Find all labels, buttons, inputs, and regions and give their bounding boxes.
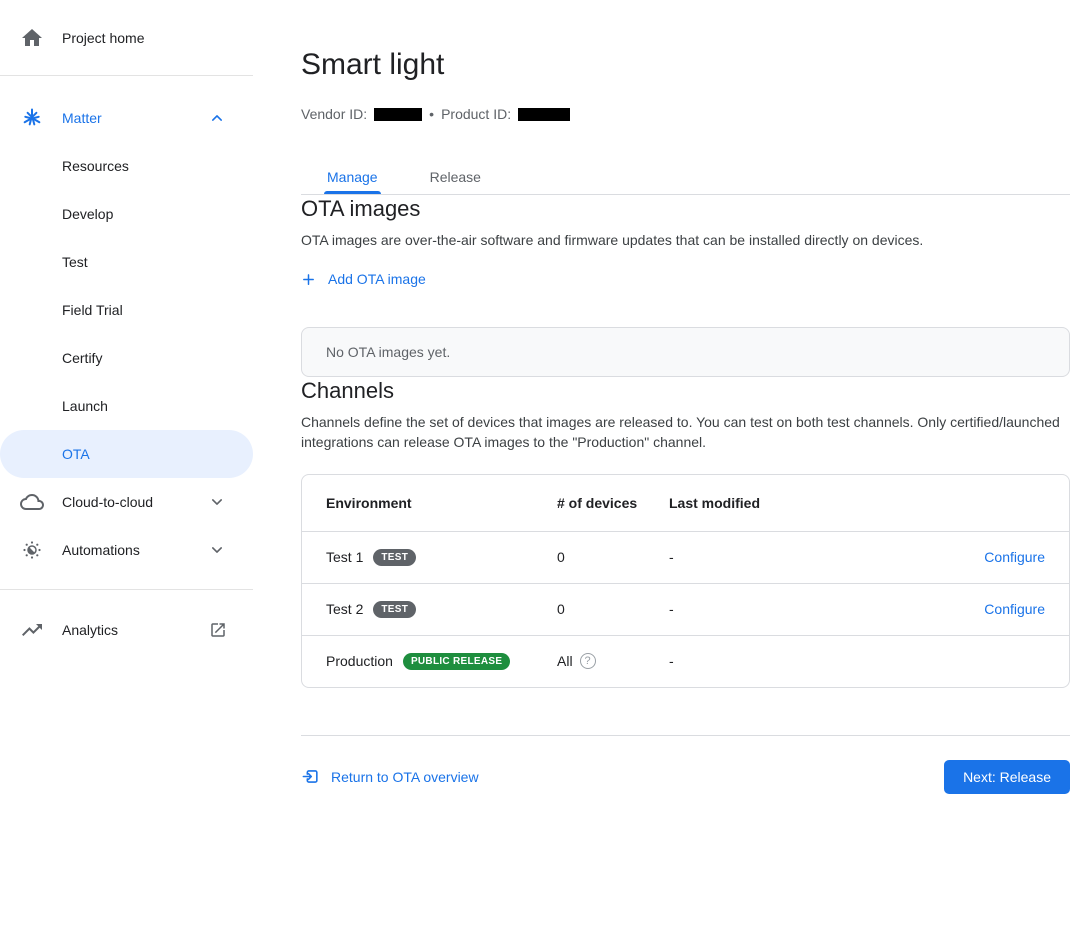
sidebar-item-matter[interactable]: Matter <box>0 94 253 142</box>
ota-images-empty-state: No OTA images yet. <box>301 327 1070 377</box>
chevron-down-icon <box>207 492 227 512</box>
table-header-row: Environment # of devices Last modified <box>302 475 1069 531</box>
sidebar-item-certify[interactable]: Certify <box>0 334 253 382</box>
sidebar-item-launch[interactable]: Launch <box>0 382 253 430</box>
sidebar-item-field-trial[interactable]: Field Trial <box>0 286 253 334</box>
tab-release[interactable]: Release <box>430 159 481 194</box>
return-link-label: Return to OTA overview <box>331 769 479 785</box>
footer-bar: Return to OTA overview Next: Release <box>301 760 1070 794</box>
home-icon <box>20 26 44 50</box>
chevron-up-icon <box>207 108 227 128</box>
column-header-environment: Environment <box>326 495 557 511</box>
sidebar-item-project-home[interactable]: Project home <box>0 18 253 58</box>
sidebar: Project home Matter Resources Develop Te… <box>0 0 253 933</box>
footer-divider <box>301 735 1070 736</box>
table-row-production: Production PUBLIC RELEASE All ? - <box>302 635 1069 687</box>
sidebar-item-cloud-to-cloud[interactable]: Cloud-to-cloud <box>0 478 253 526</box>
table-row-test-2: Test 2 TEST 0 - Configure <box>302 583 1069 635</box>
environment-name: Test 1 <box>326 549 363 565</box>
sidebar-item-label: Matter <box>62 110 207 126</box>
configure-link[interactable]: Configure <box>984 601 1045 617</box>
table-row-test-1: Test 1 TEST 0 - Configure <box>302 531 1069 583</box>
last-modified-value: - <box>669 601 984 617</box>
exit-to-app-icon <box>301 767 320 786</box>
sidebar-item-label: OTA <box>62 446 90 462</box>
channels-section: Channels Channels define the set of devi… <box>301 377 1070 688</box>
sidebar-item-label: Test <box>62 254 88 270</box>
tab-manage[interactable]: Manage <box>327 159 378 194</box>
sidebar-item-label: Field Trial <box>62 302 123 318</box>
channels-description: Channels define the set of devices that … <box>301 412 1070 452</box>
separator-dot: • <box>429 106 434 122</box>
sidebar-item-analytics[interactable]: Analytics <box>0 606 253 654</box>
add-ota-image-label: Add OTA image <box>328 271 426 287</box>
vendor-id-label: Vendor ID: <box>301 106 367 122</box>
channels-table: Environment # of devices Last modified T… <box>301 474 1070 688</box>
sidebar-item-automations[interactable]: Automations <box>0 526 253 574</box>
sidebar-item-label: Certify <box>62 350 102 366</box>
sidebar-divider <box>0 75 253 76</box>
chevron-down-icon <box>207 540 227 560</box>
plus-icon <box>301 272 316 287</box>
sidebar-item-label: Automations <box>62 542 207 558</box>
environment-name: Test 2 <box>326 601 363 617</box>
sidebar-item-label: Develop <box>62 206 113 222</box>
sidebar-divider <box>0 589 253 590</box>
sidebar-item-develop[interactable]: Develop <box>0 190 253 238</box>
devices-count: 0 <box>557 549 669 565</box>
column-header-last-modified: Last modified <box>669 495 1045 511</box>
status-badge: TEST <box>373 549 416 566</box>
sidebar-item-test[interactable]: Test <box>0 238 253 286</box>
last-modified-value: - <box>669 549 984 565</box>
help-icon[interactable]: ? <box>580 653 596 669</box>
vendor-id-redacted <box>374 108 422 121</box>
status-badge: PUBLIC RELEASE <box>403 653 510 670</box>
column-header-devices: # of devices <box>557 495 669 511</box>
last-modified-value: - <box>669 653 1045 669</box>
empty-state-message: No OTA images yet. <box>326 344 450 360</box>
sidebar-item-label: Cloud-to-cloud <box>62 494 207 510</box>
devices-count: All <box>557 653 573 669</box>
tab-bar: Manage Release <box>301 159 1070 195</box>
sidebar-item-label: Project home <box>62 30 227 46</box>
product-id-redacted <box>518 108 570 121</box>
return-to-ota-overview-link[interactable]: Return to OTA overview <box>301 767 479 786</box>
ota-images-description: OTA images are over-the-air software and… <box>301 230 1070 250</box>
automations-icon <box>20 538 44 562</box>
sidebar-item-label: Resources <box>62 158 129 174</box>
devices-count: 0 <box>557 601 669 617</box>
trending-up-icon <box>20 618 44 642</box>
matter-icon <box>20 106 44 130</box>
main-content: Smart light Vendor ID: • Product ID: Man… <box>253 0 1087 933</box>
next-release-button[interactable]: Next: Release <box>944 760 1070 794</box>
ota-images-section: OTA images OTA images are over-the-air s… <box>301 195 1070 377</box>
channels-heading: Channels <box>301 377 1070 405</box>
vendor-product-line: Vendor ID: • Product ID: <box>301 106 1070 122</box>
sidebar-item-resources[interactable]: Resources <box>0 142 253 190</box>
status-badge: TEST <box>373 601 416 618</box>
page-title: Smart light <box>301 46 1070 84</box>
sidebar-item-label: Launch <box>62 398 108 414</box>
environment-name: Production <box>326 653 393 669</box>
cloud-icon <box>20 490 44 514</box>
sidebar-item-label: Analytics <box>62 622 209 638</box>
product-id-label: Product ID: <box>441 106 511 122</box>
ota-images-heading: OTA images <box>301 195 1070 223</box>
open-in-new-icon <box>209 621 227 639</box>
configure-link[interactable]: Configure <box>984 549 1045 565</box>
add-ota-image-button[interactable]: Add OTA image <box>301 271 426 287</box>
sidebar-item-ota[interactable]: OTA <box>0 430 253 478</box>
